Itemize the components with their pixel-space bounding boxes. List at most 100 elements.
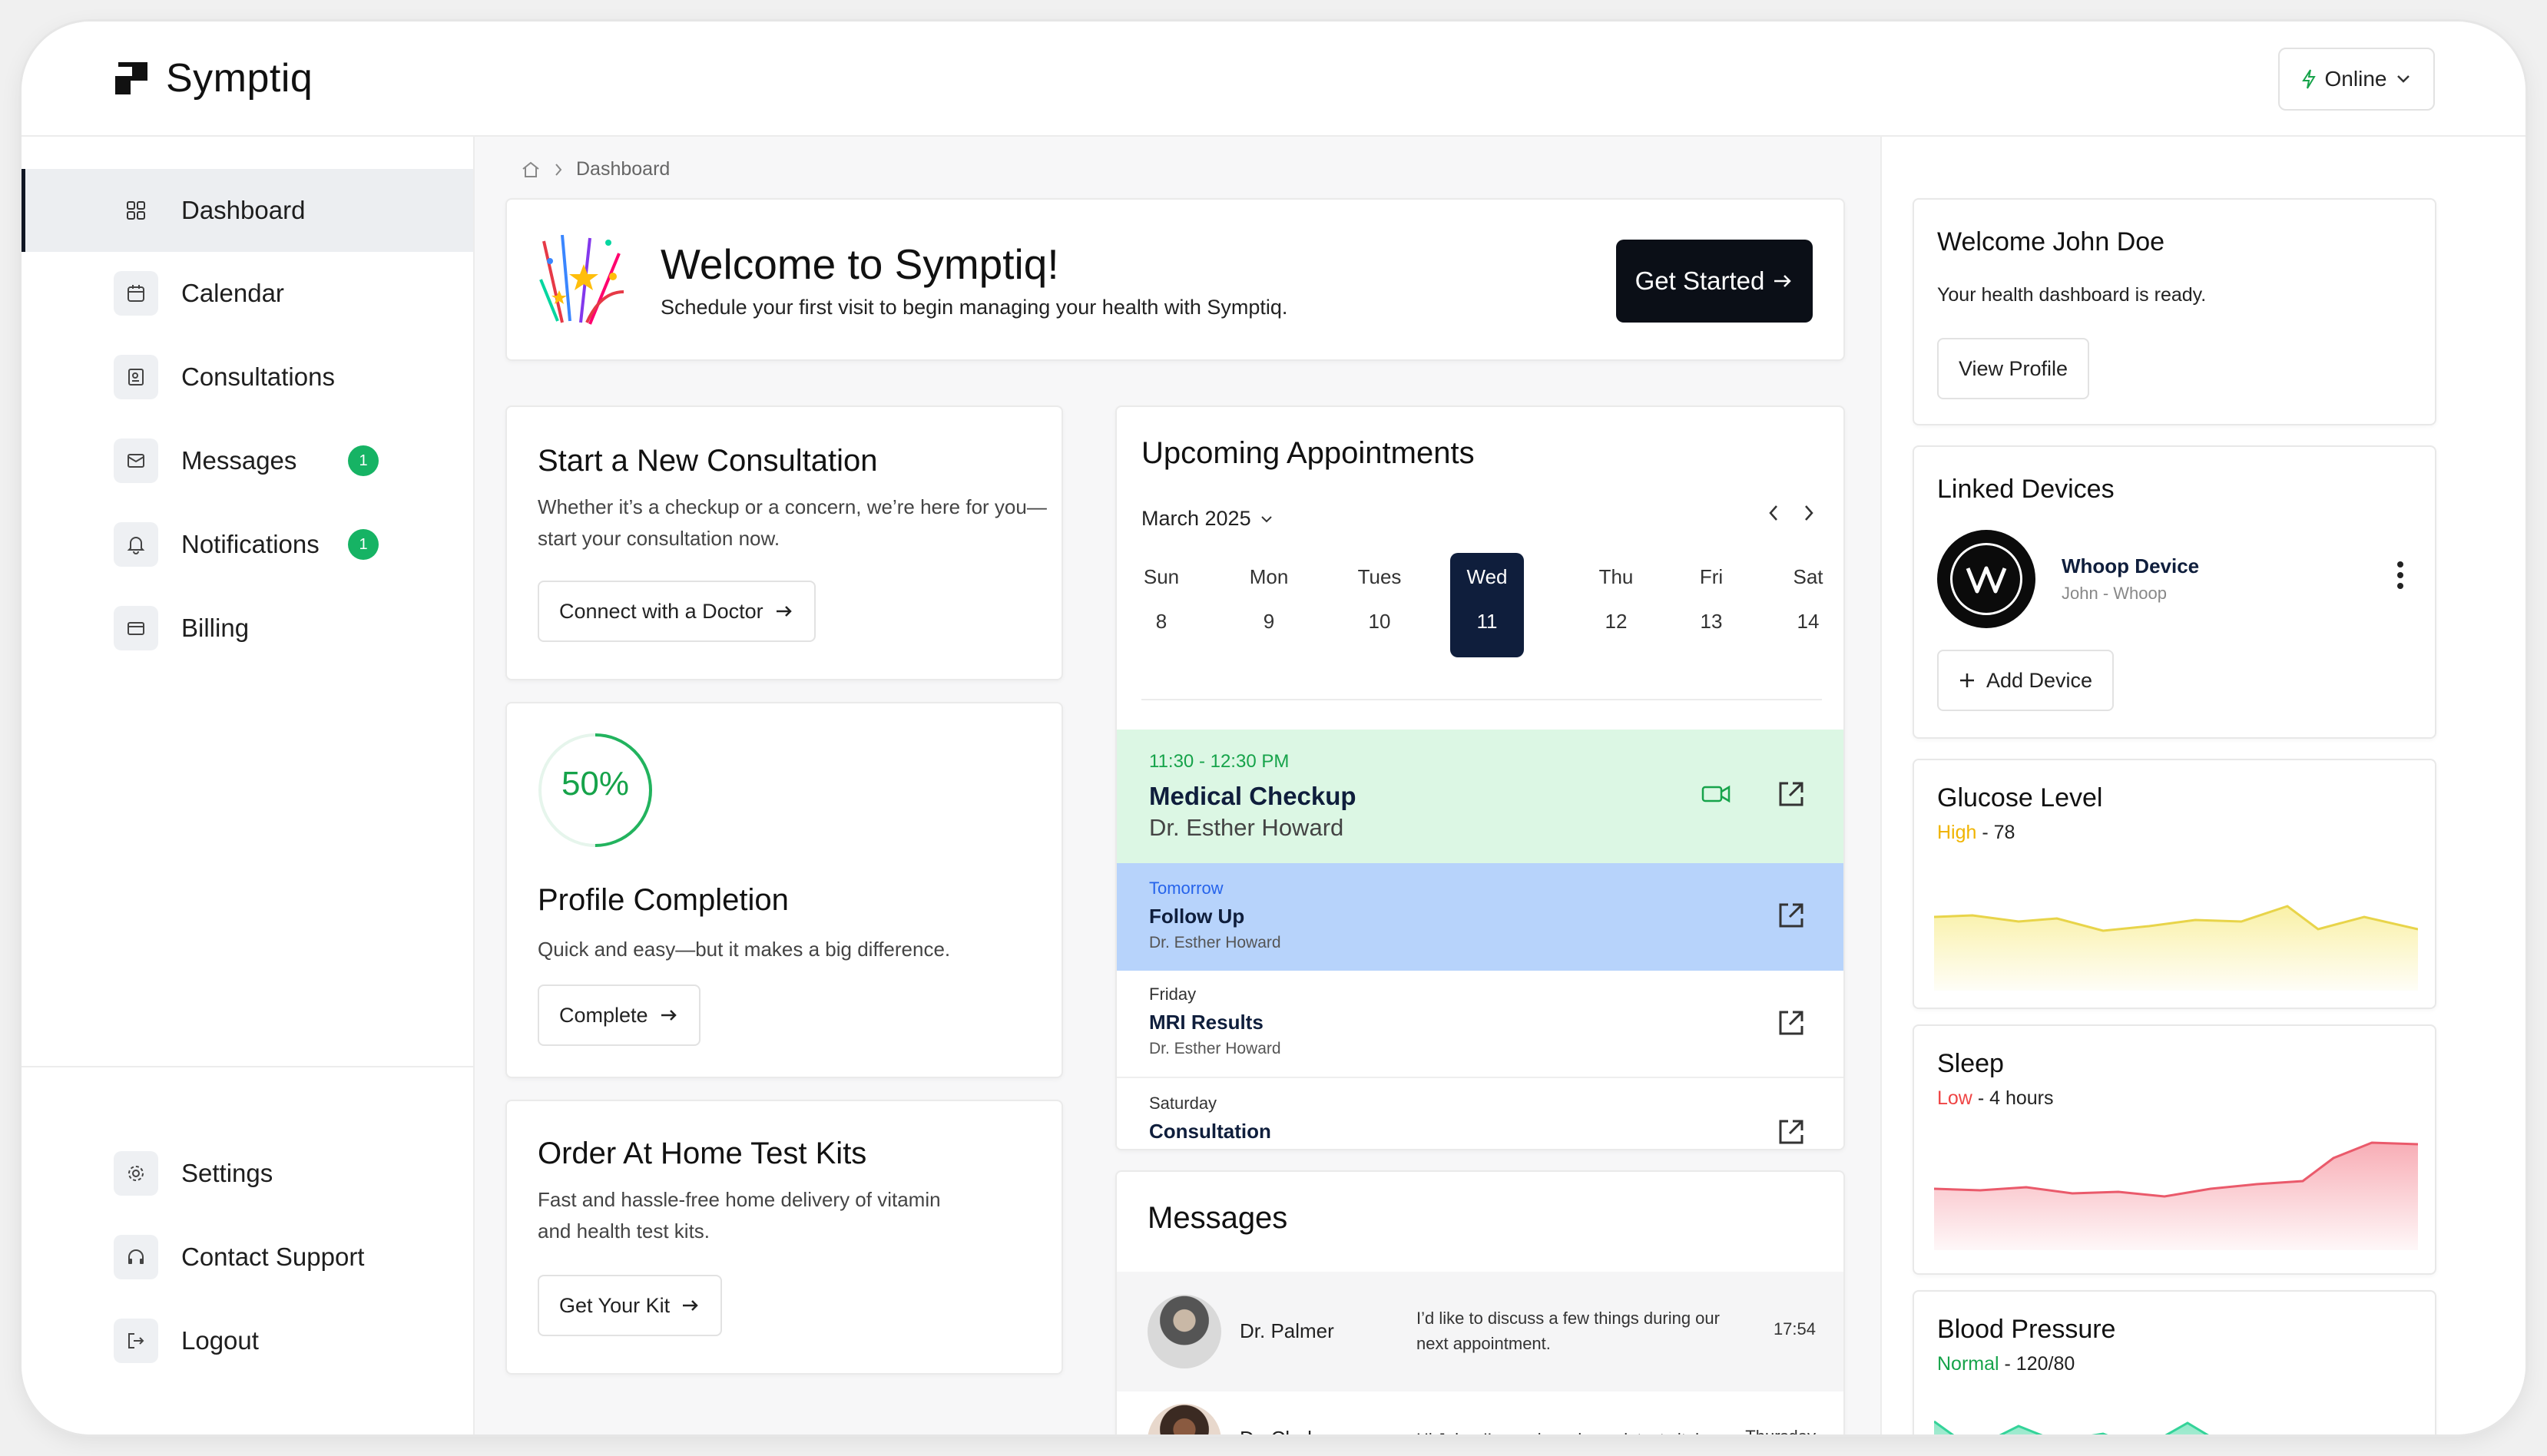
external-link-icon[interactable] xyxy=(1776,1008,1807,1038)
arrow-right-icon xyxy=(776,606,792,617)
card-description-line1: Whether it’s a checkup or a concern, we’… xyxy=(538,495,1047,518)
day-name: Wed xyxy=(1466,565,1508,588)
chevron-down-icon xyxy=(2397,75,2410,83)
welcome-subtitle: Schedule your first visit to begin manag… xyxy=(661,296,1288,319)
sidebar-item-label: Dashboard xyxy=(181,196,306,224)
sleep-status: Low - 4 hours xyxy=(1937,1087,2053,1110)
sidebar-item-contact-support[interactable]: Contact Support xyxy=(22,1216,473,1299)
sidebar-item-label: Consultations xyxy=(181,362,335,391)
message-item[interactable]: Dr. Palmer I’d like to discuss a few thi… xyxy=(1117,1272,1843,1391)
day-date: 11 xyxy=(1476,610,1498,633)
card-description-line2: and health test kits. xyxy=(538,1219,710,1243)
sidebar-item-consultations[interactable]: Consultations xyxy=(22,336,473,419)
status-value: - 78 xyxy=(1976,822,2015,843)
card-title: Welcome John Doe xyxy=(1937,227,2165,256)
sidebar-item-notifications[interactable]: Notifications 1 xyxy=(22,503,473,586)
card-description-line1: Fast and hassle-free home delivery of vi… xyxy=(538,1188,941,1211)
day-thu[interactable]: Thu 12 xyxy=(1579,553,1653,657)
sidebar-divider xyxy=(22,1066,473,1067)
sidebar-item-settings[interactable]: Settings xyxy=(22,1132,473,1215)
message-item[interactable]: Dr. Chohan Hi John, I’ve reviewed your l… xyxy=(1117,1393,1843,1434)
day-date: 9 xyxy=(1263,610,1275,633)
day-fri[interactable]: Fri 13 xyxy=(1674,553,1748,657)
card-description-line2: start your consultation now. xyxy=(538,527,780,550)
day-wed-selected[interactable]: Wed 11 xyxy=(1450,553,1524,657)
sidebar-item-dashboard[interactable]: Dashboard xyxy=(22,169,473,252)
chevron-down-icon xyxy=(1260,515,1272,522)
device-name: Whoop Device xyxy=(2062,554,2200,577)
card-title: Glucose Level xyxy=(1937,783,2103,812)
appointment-time: Tomorrow xyxy=(1149,879,1224,898)
day-mon[interactable]: Mon 9 xyxy=(1232,553,1306,657)
status-dropdown[interactable]: Online xyxy=(2278,48,2435,111)
message-preview-line2: next appointment. xyxy=(1416,1334,1551,1353)
breadcrumb-current[interactable]: Dashboard xyxy=(576,158,670,180)
home-icon[interactable] xyxy=(521,160,541,179)
chevron-left-icon[interactable] xyxy=(1767,502,1780,524)
external-link-icon[interactable] xyxy=(1776,1117,1807,1147)
notifications-badge: 1 xyxy=(348,529,379,560)
connect-doctor-button[interactable]: Connect with a Doctor xyxy=(538,581,816,642)
avatar xyxy=(1148,1295,1221,1368)
video-call-icon[interactable] xyxy=(1701,782,1731,806)
top-header: Symptiq Online xyxy=(22,22,2525,137)
calendar-icon xyxy=(114,271,158,316)
messages-badge: 1 xyxy=(348,445,379,476)
appointment-item[interactable]: 11:30 - 12:30 PM Medical Checkup Dr. Est… xyxy=(1117,730,1843,863)
external-link-icon[interactable] xyxy=(1776,779,1807,809)
sidebar-item-logout[interactable]: Logout xyxy=(22,1299,473,1382)
linked-devices-card: Linked Devices Whoop Device John - Whoop… xyxy=(1913,445,2436,739)
sidebar-item-label: Contact Support xyxy=(181,1243,365,1271)
blood-pressure-sparkline xyxy=(1934,1420,2209,1434)
app-name: Symptiq xyxy=(166,56,313,101)
appointment-item[interactable]: Saturday Consultation xyxy=(1117,1080,1843,1149)
button-label: View Profile xyxy=(1959,356,2068,380)
day-name: Thu xyxy=(1598,565,1634,588)
welcome-user-card: Welcome John Doe Your health dashboard i… xyxy=(1913,198,2436,425)
appointment-title: Medical Checkup xyxy=(1149,782,1356,810)
day-date: 14 xyxy=(1797,610,1820,633)
new-consultation-card: Start a New Consultation Whether it’s a … xyxy=(505,405,1063,680)
more-vertical-icon[interactable] xyxy=(2396,561,2404,590)
get-started-button[interactable]: Get Started xyxy=(1616,240,1813,323)
whoop-icon xyxy=(1966,566,2007,594)
profile-completion-card: 50% Profile Completion Quick and easy—bu… xyxy=(505,702,1063,1078)
day-date: 12 xyxy=(1605,610,1628,633)
button-label: Complete xyxy=(559,1003,648,1027)
app-logo[interactable]: Symptiq xyxy=(112,55,313,101)
calendar-nav xyxy=(1767,502,1816,524)
view-profile-button[interactable]: View Profile xyxy=(1937,338,2090,399)
external-link-icon[interactable] xyxy=(1776,900,1807,931)
sidebar-item-billing[interactable]: Billing xyxy=(22,587,473,670)
appointment-item[interactable]: Friday MRI Results Dr. Esther Howard xyxy=(1117,971,1843,1078)
day-tue[interactable]: Tues 10 xyxy=(1343,553,1416,657)
button-label: Connect with a Doctor xyxy=(559,599,763,623)
chevron-right-icon[interactable] xyxy=(1802,502,1816,524)
chevron-right-icon xyxy=(555,163,562,176)
appointment-doctor: Dr. Esther Howard xyxy=(1149,1040,1281,1057)
button-label: Add Device xyxy=(1986,668,2093,692)
status-value: - 120/80 xyxy=(1999,1353,2075,1375)
sidebar-item-messages[interactable]: Messages 1 xyxy=(22,419,473,502)
add-device-button[interactable]: Add Device xyxy=(1937,650,2115,711)
status-value: - 4 hours xyxy=(1972,1087,2054,1109)
arrow-right-icon xyxy=(683,1300,698,1311)
day-sat[interactable]: Sat 14 xyxy=(1771,553,1843,657)
get-kit-button[interactable]: Get Your Kit xyxy=(538,1275,723,1336)
sidebar-item-label: Billing xyxy=(181,614,250,642)
complete-profile-button[interactable]: Complete xyxy=(538,984,701,1046)
sidebar-item-calendar[interactable]: Calendar xyxy=(22,252,473,335)
gear-icon xyxy=(114,1151,158,1196)
day-sun[interactable]: Sun 8 xyxy=(1124,553,1198,657)
glucose-card: Glucose Level High - 78 xyxy=(1913,759,2436,1009)
message-preview-line1: I’d like to discuss a few things during … xyxy=(1416,1309,1720,1328)
appointment-item[interactable]: Tomorrow Follow Up Dr. Esther Howard xyxy=(1117,863,1843,971)
month-selector[interactable]: March 2025 xyxy=(1141,507,1273,531)
logo-icon xyxy=(115,62,147,94)
day-name: Sat xyxy=(1793,565,1823,588)
welcome-banner: Welcome to Symptiq! Schedule your first … xyxy=(505,198,1845,361)
day-name: Sun xyxy=(1143,565,1180,588)
consultation-icon xyxy=(114,355,158,399)
message-sender: Dr. Palmer xyxy=(1240,1319,1334,1342)
card-title: Start a New Consultation xyxy=(538,444,878,478)
